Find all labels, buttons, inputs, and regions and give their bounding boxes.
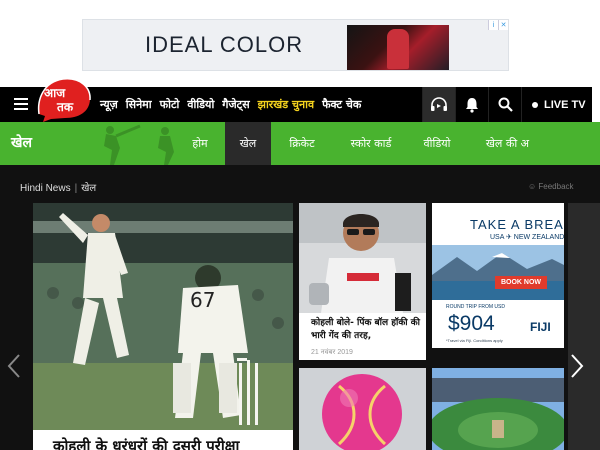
story-card-title: कोहली बोले- पिंक बॉल हॉकी की भारी गेंद क… [311, 318, 420, 341]
stadium-image [432, 368, 564, 450]
nav-item-jharkhand-election[interactable]: झारखंड चुनाव [258, 97, 314, 112]
book-now-button[interactable]: BOOK NOW [495, 276, 547, 289]
feedback-label: Feedback [538, 182, 574, 191]
ad-banner-text: IDEAL COLOR [145, 32, 304, 57]
ad-price: $904 [448, 312, 495, 335]
section-bar: खेल होम खेल क्रिकेट स्कोर कार्ड वीडियो ख… [0, 122, 600, 165]
ad-fine-print: *Travel via Fiji. Conditions apply [446, 338, 503, 343]
nav-item-photo[interactable]: फोटो [160, 97, 180, 112]
featured-story-image: 67 [33, 203, 293, 430]
story-card-date: 21 नवंबर 2019 [311, 349, 353, 356]
tab-more[interactable]: खेल की अ [465, 122, 550, 165]
ad-close-icon[interactable]: ✕ [498, 20, 508, 30]
tab-scorecard[interactable]: स्कोर कार्ड [333, 122, 409, 165]
adchoices-icon: i [488, 20, 498, 30]
ad-fare-label: ROUND TRIP FROM USD [446, 304, 505, 310]
tab-sports[interactable]: खेल [225, 122, 271, 165]
svg-text:आज: आज [44, 86, 66, 100]
audio-headphone-button[interactable] [422, 87, 455, 122]
live-tv-label: LIVE TV [544, 98, 586, 111]
tab-home[interactable]: होम [175, 122, 225, 165]
carousel-prev-arrow-icon[interactable] [7, 353, 21, 379]
ad-banner-image [347, 25, 449, 70]
live-tv-button[interactable]: LIVE TV [521, 87, 586, 122]
story-card[interactable]: कोहली बोले- पिंक बॉल हॉकी की भारी गेंद क… [299, 203, 426, 360]
page: IDEAL COLOR i ✕ आज तक न्यूज़ सिनेमा फोटो… [0, 0, 600, 450]
nav-item-cinema[interactable]: सिनेमा [126, 97, 152, 112]
notification-button[interactable] [455, 87, 488, 122]
breadcrumb-separator: | [74, 183, 78, 194]
search-icon [498, 97, 513, 112]
nav-item-fact-check[interactable]: फैक्ट चेक [322, 97, 361, 112]
jersey-number: 67 [190, 288, 215, 312]
story-card-image [299, 203, 426, 313]
headphone-icon [431, 96, 447, 111]
carousel-next-arrow-icon[interactable] [570, 353, 584, 379]
pink-ball-image [299, 368, 426, 450]
breadcrumb-home-link[interactable]: Hindi News [20, 183, 71, 194]
hamburger-menu-icon[interactable] [14, 98, 28, 110]
search-button[interactable] [488, 87, 521, 122]
nav-item-gadgets[interactable]: गैजेट्स [222, 97, 249, 112]
breadcrumb-current: खेल [81, 183, 97, 194]
section-tabs: होम खेल क्रिकेट स्कोर कार्ड वीडियो खेल क… [175, 122, 550, 165]
breadcrumb: Hindi News | खेल [20, 180, 96, 194]
cricket-silhouette-icon [104, 124, 174, 165]
ad-route: USA ✈ NEW ZEALAND [490, 234, 564, 241]
aajtak-logo[interactable]: आज तक [35, 76, 93, 122]
main-nav: आज तक न्यूज़ सिनेमा फोटो वीडियो गैजेट्स … [0, 78, 592, 122]
ad-banner[interactable]: IDEAL COLOR i ✕ [82, 19, 509, 71]
feedback-icon: ☺ [528, 182, 539, 191]
tab-cricket[interactable]: क्रिकेट [271, 122, 333, 165]
svg-text:तक: तक [56, 100, 74, 114]
ad-landscape-image [432, 245, 564, 300]
story-card-stadium[interactable] [432, 368, 564, 450]
content-area: Hindi News | खेल ☺ Feedback 67 कोहली के … [0, 165, 600, 450]
tab-video[interactable]: वीडियो [409, 122, 465, 165]
nav-item-news[interactable]: न्यूज़ [100, 97, 118, 112]
sponsored-ad-card[interactable]: TAKE A BREAK USA ✈ NEW ZEALAND BOOK NOW … [432, 203, 564, 348]
bell-icon [466, 97, 478, 113]
ad-deal-panel: ROUND TRIP FROM USD $904 FIJI *Travel vi… [432, 300, 564, 348]
ad-figure [387, 29, 409, 69]
ad-headline: TAKE A BREAK [470, 217, 564, 232]
featured-story-caption: कोहली के धुरंधरों की दूसरी परीक्षा [33, 430, 293, 450]
nav-item-video[interactable]: वीडियो [187, 97, 214, 112]
next-story-preview[interactable] [568, 203, 600, 450]
featured-story-card[interactable]: 67 कोहली के धुरंधरों की दूसरी परीक्षा [33, 203, 293, 450]
live-dot-icon [532, 101, 538, 108]
nav-actions: LIVE TV [422, 87, 586, 122]
feedback-link[interactable]: ☺ Feedback [528, 182, 574, 191]
section-title: खेल [11, 135, 32, 151]
nav-links: न्यूज़ सिनेमा फोटो वीडियो गैजेट्स झारखंड… [100, 87, 369, 122]
ad-airline-logo: FIJI [530, 320, 551, 334]
story-card-pink-ball[interactable] [299, 368, 426, 450]
adchoices-badge[interactable]: i ✕ [488, 20, 508, 30]
